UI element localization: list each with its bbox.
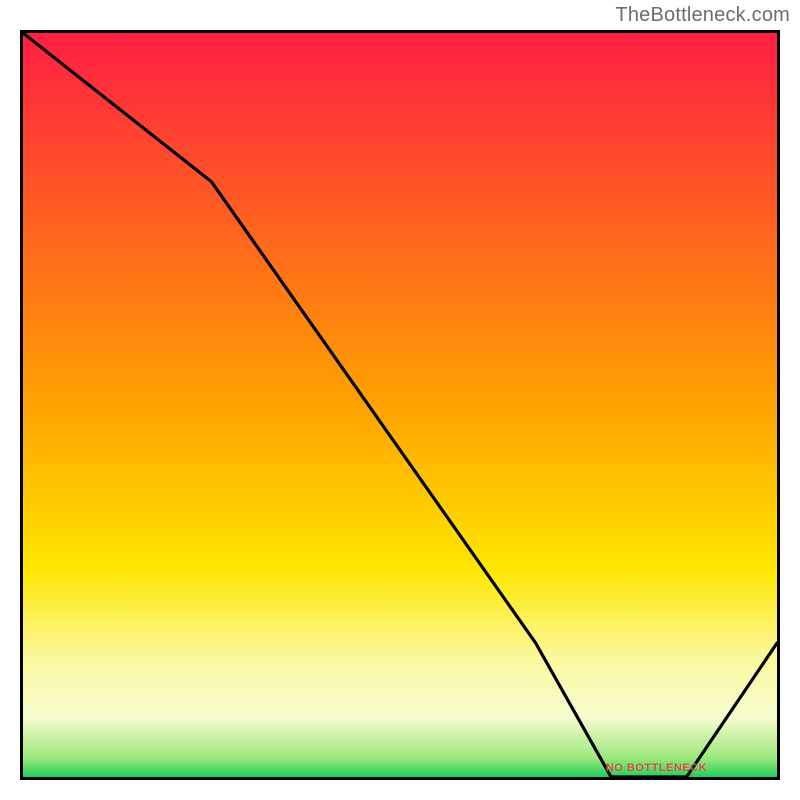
chart-stage: TheBottleneck.com NO BOTTLENECK (0, 0, 800, 800)
chart-background-gradient (23, 33, 777, 777)
no-bottleneck-label: NO BOTTLENECK (606, 762, 707, 774)
plot-area (20, 30, 780, 780)
chart-svg (23, 33, 777, 777)
watermark-text: TheBottleneck.com (615, 4, 790, 27)
